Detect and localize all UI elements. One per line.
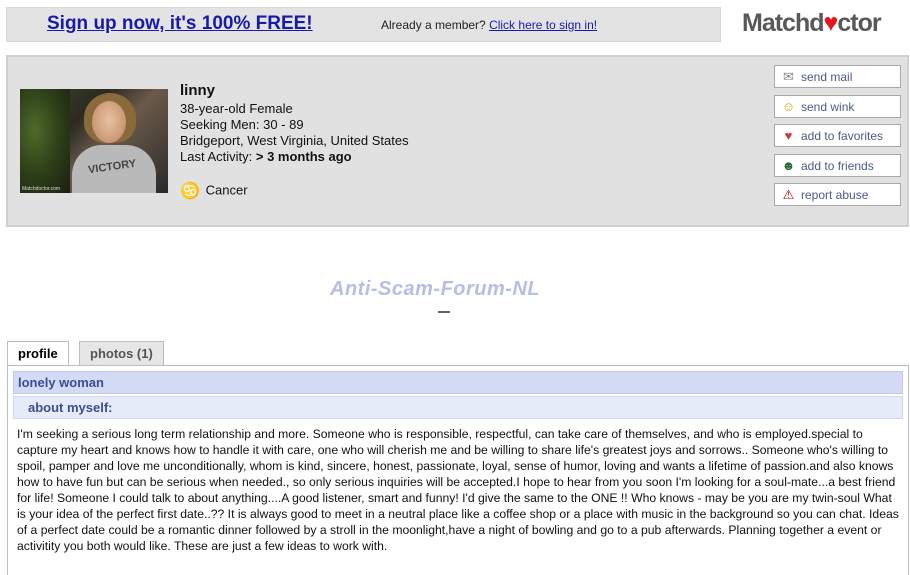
tab-profile[interactable]: profile (7, 341, 69, 366)
signin-link[interactable]: Click here to sign in! (489, 18, 597, 32)
signup-link[interactable]: Sign up now, it's 100% FREE! (47, 13, 313, 35)
send-mail-label: send mail (801, 70, 853, 84)
add-friend-icon: ☻ (781, 157, 796, 173)
profile-info: linny 38-year-old Female Seeking Men: 30… (180, 83, 409, 165)
tab-photos[interactable]: photos (1) (79, 341, 164, 365)
about-myself-heading: about myself: (13, 396, 903, 419)
signup-bar: Sign up now, it's 100% FREE! Already a m… (6, 7, 721, 42)
envelope-icon: ✉ (783, 69, 794, 84)
photo-plant (20, 89, 70, 193)
photo-face (92, 101, 126, 143)
report-abuse-label: report abuse (801, 188, 869, 202)
add-friends-label: add to friends (801, 158, 874, 173)
profile-actions: ✉ send mail ☺ send wink ♥ add to favorites … (774, 65, 901, 213)
profile-last-activity: Last Activity: > 3 months ago (180, 149, 409, 165)
member-prompt: Already a member? Click here to sign in! (381, 18, 597, 32)
favorites-heart-icon: ♥ (784, 128, 793, 143)
profile-headline: lonely woman (13, 371, 903, 394)
profile-seeking: Seeking Men: 30 - 89 (180, 117, 304, 132)
member-prompt-text: Already a member? (381, 18, 486, 32)
cancer-crab-icon: ♋ (180, 183, 200, 200)
logo-text-start: Matchd (742, 9, 824, 37)
send-wink-button[interactable]: ☺ send wink (774, 94, 901, 118)
matchdoctor-logo[interactable]: Matchd♥ctor (742, 9, 910, 43)
about-myself-text: I'm seeking a serious long term relation… (17, 427, 899, 553)
zodiac-label: Cancer (205, 182, 248, 198)
send-wink-label: send wink (801, 99, 855, 114)
logo-text-end: ctor (837, 9, 881, 37)
profile-location: Bridgeport, West Virginia, United States (180, 133, 409, 148)
add-friends-button[interactable]: ☻ add to friends (774, 153, 901, 177)
wink-smiley-icon: ☺ (781, 98, 796, 114)
add-favorites-button[interactable]: ♥ add to favorites (774, 124, 901, 147)
zodiac-sign: ♋ Cancer (180, 181, 248, 201)
add-favorites-label: add to favorites (801, 129, 884, 143)
send-mail-button[interactable]: ✉ send mail (774, 65, 901, 88)
last-activity-value: > 3 months ago (255, 149, 352, 164)
profile-photo[interactable]: VICTORY Matchdoctor.com (20, 89, 168, 193)
profile-age-gender: 38-year-old Female (180, 101, 293, 116)
forum-watermark: Anti-Scam-Forum-NL (330, 278, 541, 300)
warning-icon: ⚠ (782, 187, 795, 202)
watermark-dash (438, 311, 450, 313)
photo-watermark: Matchdoctor.com (22, 186, 61, 192)
profile-name: linny (180, 82, 216, 99)
heart-icon: ♥ (823, 9, 839, 37)
profile-summary-panel: VICTORY Matchdoctor.com linny 38-year-ol… (6, 55, 909, 227)
profile-content: lonely woman about myself: I'm seeking a… (7, 365, 909, 575)
report-abuse-button[interactable]: ⚠ report abuse (774, 183, 901, 206)
last-activity-label: Last Activity: (180, 149, 253, 164)
